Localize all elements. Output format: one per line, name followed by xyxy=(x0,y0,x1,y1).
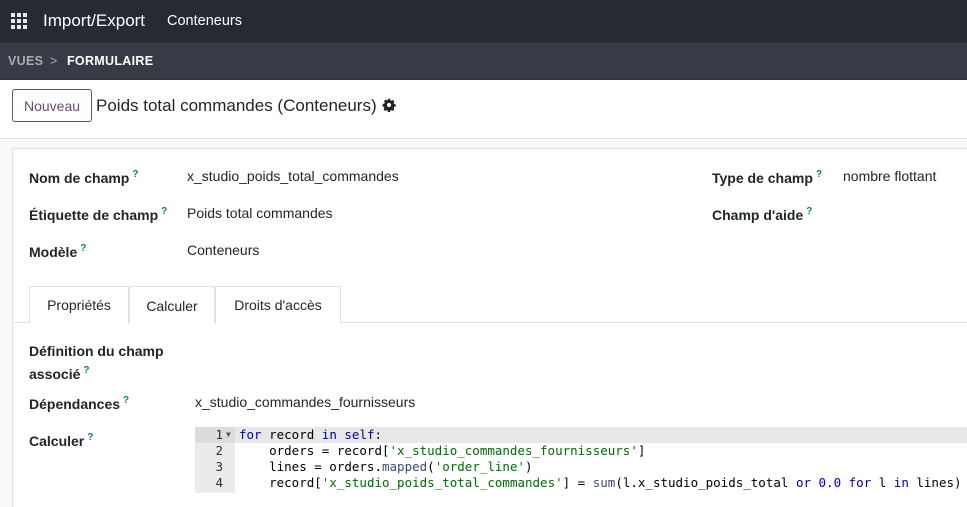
code-line: for record in self: xyxy=(239,427,383,442)
depends-label: Dépendances? xyxy=(29,395,130,412)
model-value[interactable]: Conteneurs xyxy=(187,240,259,260)
field-label-help-icon[interactable]: ? xyxy=(161,206,167,217)
tab-droits-acces[interactable]: Droits d'accès xyxy=(215,286,341,323)
top-navbar: Import/Export Conteneurs xyxy=(0,0,967,43)
line-number: 3 xyxy=(215,459,223,474)
field-label-label: Étiquette de champ? xyxy=(29,206,168,223)
line-number: 4 xyxy=(215,475,223,490)
gear-icon[interactable] xyxy=(382,98,396,112)
depends-value[interactable]: x_studio_commandes_fournisseurs xyxy=(195,392,415,412)
tab-proprietes[interactable]: Propriétés xyxy=(29,286,129,323)
field-name-value[interactable]: x_studio_poids_total_commandes xyxy=(187,166,399,186)
field-type-label: Type de champ? xyxy=(712,169,822,186)
field-label-value[interactable]: Poids total commandes xyxy=(187,203,333,223)
compute-label: Calculer? xyxy=(29,432,94,449)
field-type-value[interactable]: nombre flottant xyxy=(843,166,936,186)
page-title: Poids total commandes (Conteneurs) xyxy=(96,96,377,115)
new-button[interactable]: Nouveau xyxy=(12,89,92,122)
model-help-icon[interactable]: ? xyxy=(80,243,86,254)
app-title[interactable]: Import/Export xyxy=(43,11,145,31)
line-number: 2 xyxy=(215,443,223,458)
menu-item-conteneurs[interactable]: Conteneurs xyxy=(167,13,242,29)
model-label: Modèle? xyxy=(29,243,87,260)
line-number: 1 xyxy=(215,427,223,442)
breadcrumb: VUES > FORMULAIRE xyxy=(0,43,967,80)
code-line: record['x_studio_poids_total_commandes']… xyxy=(239,475,962,490)
related-field-help-icon[interactable]: ? xyxy=(83,365,89,376)
code-line: lines = orders.mapped('order_line') xyxy=(239,459,533,474)
related-field-label: Définition du champ associé? xyxy=(29,343,164,382)
help-field-label: Champ d'aide? xyxy=(712,206,813,223)
breadcrumb-separator: > xyxy=(50,54,58,68)
control-panel: Nouveau Poids total commandes (Conteneur… xyxy=(0,81,967,139)
code-line: orders = record['x_studio_commandes_four… xyxy=(239,443,646,458)
help-field-help-icon[interactable]: ? xyxy=(806,206,812,217)
tab-calculer[interactable]: Calculer xyxy=(129,286,215,324)
breadcrumb-current: FORMULAIRE xyxy=(67,54,154,68)
code-editor[interactable]: 1 2 3 4 ▼ for record in self: orders = r… xyxy=(195,427,967,493)
compute-help-icon[interactable]: ? xyxy=(87,432,93,443)
fold-arrow-icon[interactable]: ▼ xyxy=(226,430,231,439)
field-name-label: Nom de champ? xyxy=(29,169,139,186)
breadcrumb-vues[interactable]: VUES xyxy=(8,54,43,68)
field-type-help-icon[interactable]: ? xyxy=(816,169,822,180)
apps-grid-icon[interactable] xyxy=(11,13,27,29)
depends-help-icon[interactable]: ? xyxy=(123,395,129,406)
field-name-help-icon[interactable]: ? xyxy=(132,169,138,180)
